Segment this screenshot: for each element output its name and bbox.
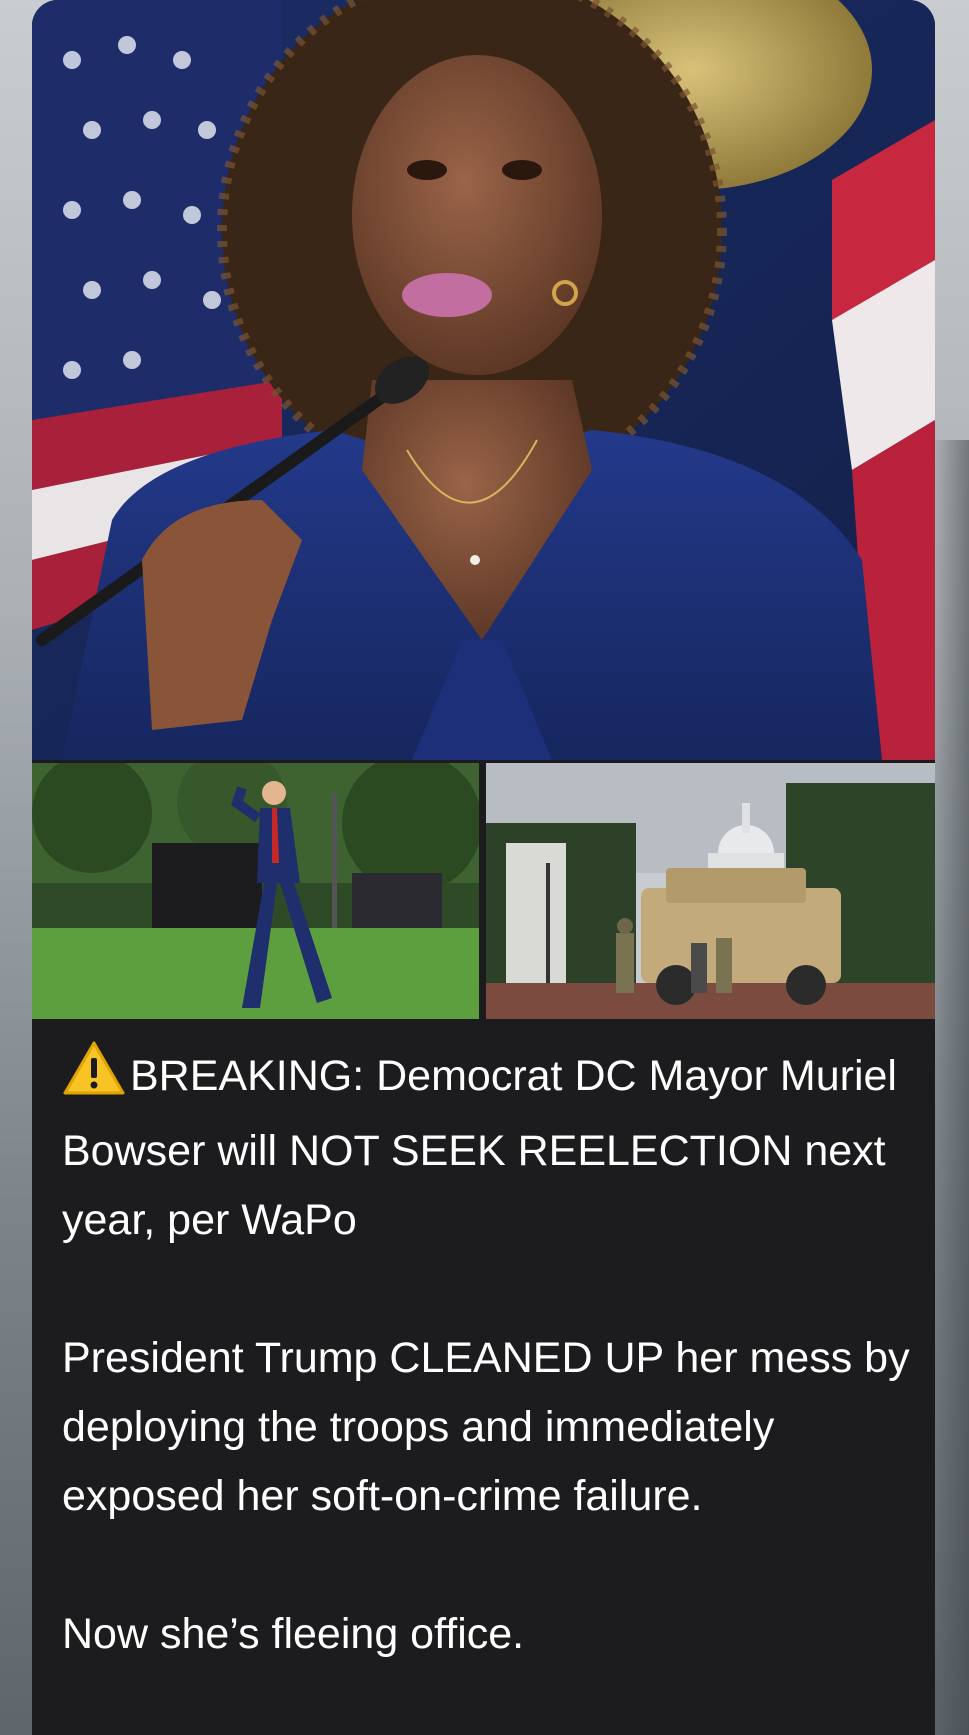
tree-silhouette (929, 440, 969, 1735)
warning-icon (62, 1040, 126, 1117)
headline-text: BREAKING: Democrat DC Mayor Muriel Bowse… (62, 1052, 897, 1244)
thumbnail-left-illustration (32, 763, 479, 1019)
body-paragraph-3: Now she’s fleeing office. (62, 1610, 525, 1658)
hero-photo-mayor-at-podium[interactable] (32, 0, 935, 760)
hero-photo-illustration (32, 0, 935, 760)
post-card[interactable]: BREAKING: Democrat DC Mayor Muriel Bowse… (32, 0, 935, 1735)
post-body: BREAKING: Democrat DC Mayor Muriel Bowse… (62, 1040, 912, 1669)
thumbnail-right-illustration (486, 763, 935, 1019)
thumbnail-photo-troops-capitol[interactable] (486, 763, 935, 1019)
body-paragraph-2: President Trump CLEANED UP her mess by d… (62, 1334, 910, 1520)
headline-paragraph: BREAKING: Democrat DC Mayor Muriel Bowse… (62, 1040, 912, 1255)
thumbnail-photo-trump-walking[interactable] (32, 763, 479, 1019)
